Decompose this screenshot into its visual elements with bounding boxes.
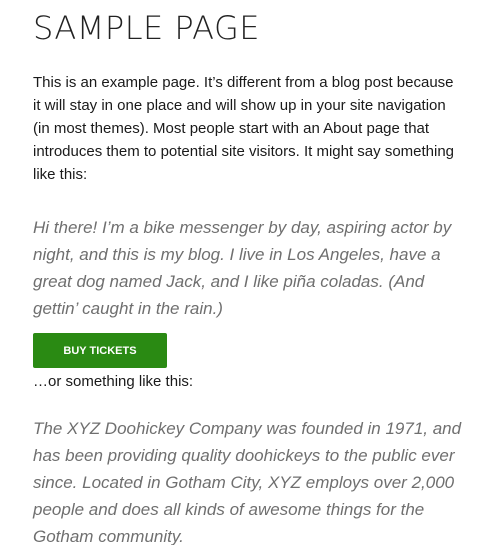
page-title: SAMPLE PAGE	[33, 9, 261, 47]
buy-tickets-button[interactable]: BUY TICKETS	[33, 333, 167, 368]
intro-paragraph: This is an example page. It’s different …	[33, 74, 455, 183]
quote-xyz-company: The XYZ Doohickey Company was founded in…	[33, 419, 462, 545]
quote-bike-messenger: Hi there! I’m a bike messenger by day, a…	[33, 218, 452, 318]
or-something-text: …or something like this:	[33, 373, 194, 390]
